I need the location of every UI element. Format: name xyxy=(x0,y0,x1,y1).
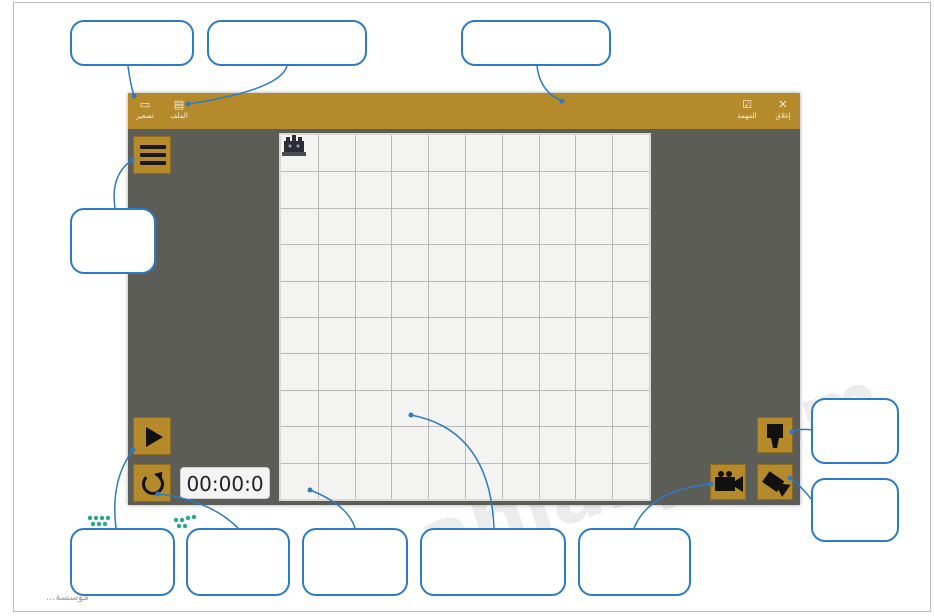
grid-lines xyxy=(281,135,649,499)
close-icon: ✕ xyxy=(778,98,788,111)
callout-robot xyxy=(302,528,408,596)
callout-grid xyxy=(420,528,566,596)
play-icon xyxy=(146,427,163,447)
play-button[interactable] xyxy=(133,417,171,455)
task-button[interactable]: ☑ المهمة xyxy=(732,98,762,124)
task-label: المهمة xyxy=(737,112,757,120)
callout-titlebar xyxy=(461,20,611,66)
callout-rotate-camera xyxy=(811,478,899,542)
robot-icon[interactable] xyxy=(281,135,307,157)
callout-side-camera xyxy=(578,528,691,596)
callout-menu xyxy=(70,208,156,274)
minimize-label: تصغير xyxy=(136,112,154,120)
close-button[interactable]: ✕ إغلاق xyxy=(768,98,798,124)
check-icon: ☑ xyxy=(742,98,752,111)
callout-file xyxy=(207,20,367,66)
logo-dots xyxy=(87,514,197,529)
top-camera-button[interactable] xyxy=(757,417,793,453)
callout-minimize xyxy=(70,20,194,66)
file-label: الملف xyxy=(170,112,188,120)
menu-button[interactable] xyxy=(133,136,171,174)
title-bar: ▭ تصغير ▤ الملف ☑ المهمة ✕ إغلاق xyxy=(128,93,800,129)
file-button[interactable]: ▤ الملف xyxy=(164,98,194,124)
timer-display: 00:00:0 xyxy=(180,467,270,499)
footer-logo-text: ...مؤسسة xyxy=(46,592,89,603)
top-camera-icon xyxy=(767,424,783,448)
rotate-camera-icon xyxy=(762,471,791,498)
app-window: ▭ تصغير ▤ الملف ☑ المهمة ✕ إغلاق 00:00:0 xyxy=(128,93,800,505)
side-camera-button[interactable] xyxy=(710,464,746,500)
reset-button[interactable] xyxy=(133,464,171,502)
rotate-camera-button[interactable] xyxy=(757,464,793,500)
window-icon: ▭ xyxy=(139,98,151,111)
callout-top-camera xyxy=(811,398,899,464)
scene-grid[interactable] xyxy=(279,133,651,501)
close-label: إغلاق xyxy=(775,112,791,120)
minimize-button[interactable]: ▭ تصغير xyxy=(130,98,160,124)
file-icon: ▤ xyxy=(173,98,185,111)
side-camera-icon xyxy=(715,471,743,492)
